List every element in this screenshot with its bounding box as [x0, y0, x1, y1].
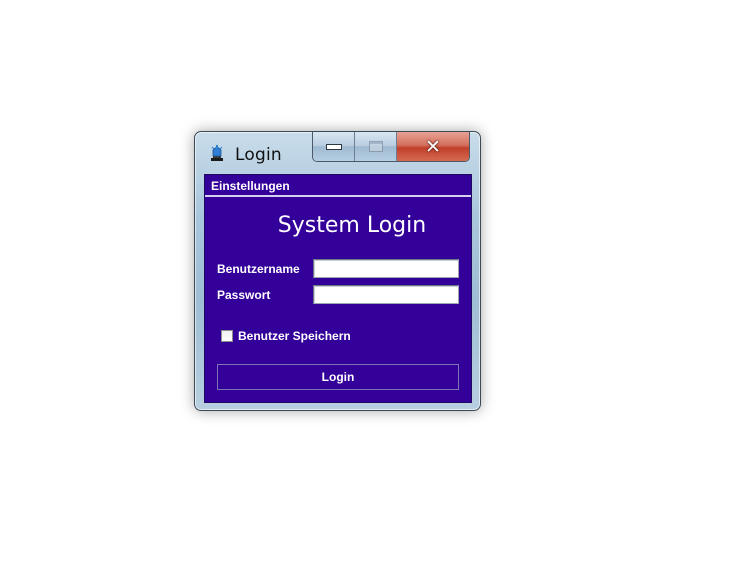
close-icon: ✕ [425, 135, 441, 158]
tab-label: Einstellungen [211, 179, 290, 193]
password-label: Passwort [217, 288, 271, 302]
username-input[interactable] [313, 259, 459, 278]
window-title: Login [235, 145, 282, 165]
login-button[interactable]: Login [217, 364, 459, 390]
app-bell-icon [209, 144, 225, 162]
remember-user-row[interactable]: Benutzer Speichern [221, 329, 351, 343]
login-panel: Einstellungen System Login Benutzername … [204, 174, 472, 403]
minimize-icon [325, 143, 342, 150]
caption-buttons: ✕ [312, 132, 470, 162]
tab-einstellungen[interactable]: Einstellungen [205, 175, 471, 197]
remember-user-checkbox[interactable] [221, 330, 233, 342]
page-title: System Login [277, 213, 427, 238]
maximize-button [355, 132, 397, 161]
title-bar[interactable]: Login ✕ [195, 132, 480, 172]
close-button[interactable]: ✕ [397, 132, 469, 161]
password-input[interactable] [313, 285, 459, 304]
remember-user-label[interactable]: Benutzer Speichern [238, 329, 351, 343]
minimize-button[interactable] [313, 132, 355, 161]
username-label: Benutzername [217, 262, 300, 276]
maximize-icon [368, 141, 383, 152]
login-window: Login ✕ Einstellungen System Login Benut… [194, 131, 481, 411]
